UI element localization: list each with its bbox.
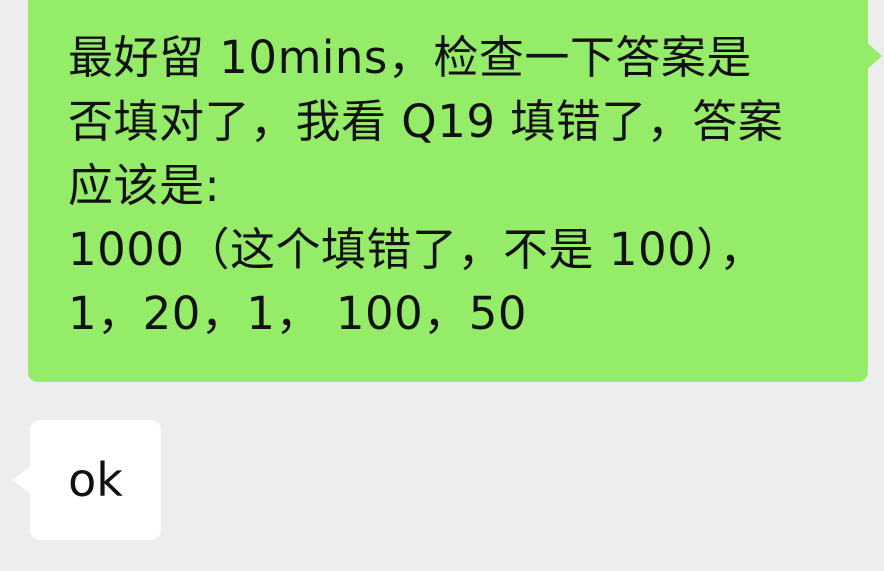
incoming-bubble-tail [12, 466, 31, 494]
outgoing-message-bubble[interactable]: 最好留 10mins，检查一下答案是 否填对了，我看 Q19 填错了，答案 应该… [28, 0, 868, 382]
incoming-message-bubble[interactable]: ok [30, 420, 161, 540]
message-line: 否填对了，我看 Q19 填错了，答案 [68, 95, 784, 148]
incoming-message-text: ok [68, 453, 123, 507]
message-line: 应该是: [68, 159, 221, 212]
message-line: 1，20，1， 100，50 [68, 287, 527, 340]
outgoing-bubble-tail [866, 42, 882, 70]
message-line: 1000（这个填错了，不是 100）， [68, 223, 765, 276]
message-line: 最好留 10mins，检查一下答案是 [68, 31, 752, 84]
